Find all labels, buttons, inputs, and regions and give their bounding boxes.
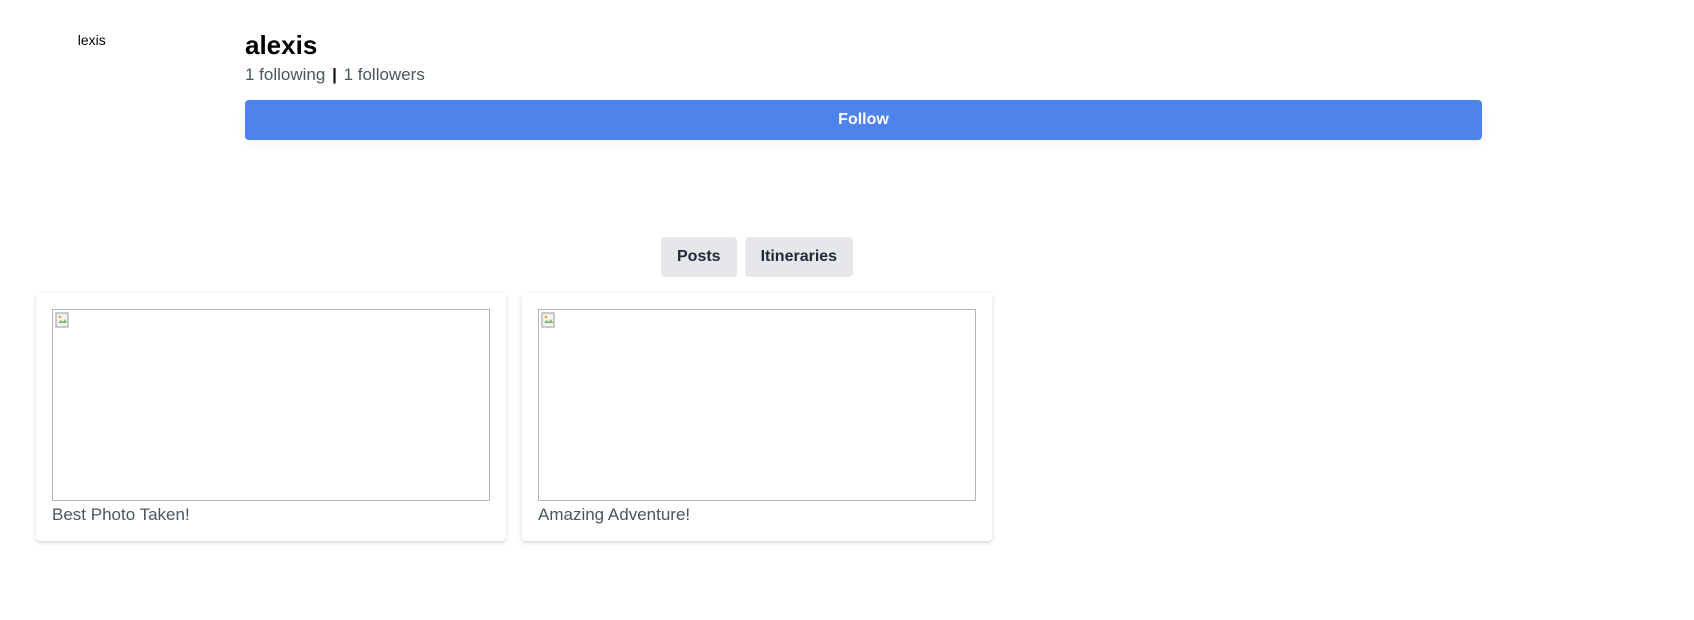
post-caption: Amazing Adventure! [538, 505, 691, 524]
follow-stats: 1 following | 1 followers [245, 64, 1482, 86]
avatar-alt-text: alexis [78, 33, 106, 48]
tab-itineraries[interactable]: Itineraries [744, 237, 854, 277]
stats-separator: | [332, 65, 337, 84]
follow-button[interactable]: Follow [245, 100, 1482, 140]
post-card[interactable]: Amazing Adventure! [522, 293, 992, 541]
tab-posts[interactable]: Posts [661, 237, 737, 277]
profile-page: alexis alexis 1 following | 1 followers … [0, 0, 1694, 620]
profile-header: alexis 1 following | 1 followers Follow [245, 28, 1482, 140]
content-tabs: Posts Itineraries [661, 237, 854, 277]
avatar: alexis [78, 33, 138, 93]
post-image[interactable] [538, 309, 976, 501]
followers-count[interactable]: 1 followers [344, 65, 425, 84]
broken-image-icon [55, 312, 69, 328]
post-caption: Best Photo Taken! [52, 505, 190, 524]
username: alexis [245, 30, 318, 60]
following-count[interactable]: 1 following [245, 65, 325, 84]
post-image[interactable] [52, 309, 490, 501]
posts-grid: Best Photo Taken! Amazing Adventure! [36, 293, 992, 541]
post-card[interactable]: Best Photo Taken! [36, 293, 506, 541]
broken-image-icon [541, 312, 555, 328]
